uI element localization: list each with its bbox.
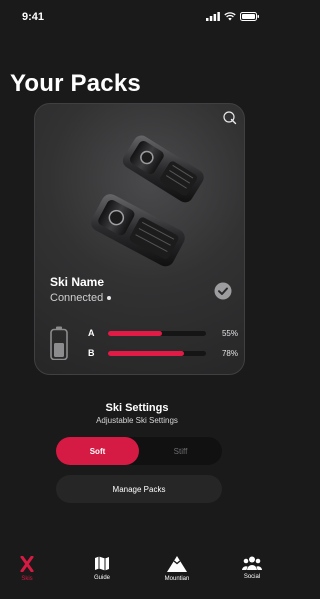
people-icon	[242, 556, 262, 570]
mountain-icon	[167, 556, 187, 572]
signal-icon	[206, 12, 220, 21]
settings-title: Ski Settings	[105, 402, 169, 414]
status-bar: 9:41	[0, 0, 274, 30]
wifi-icon	[224, 12, 236, 21]
battery-level-b: B 78%	[88, 346, 238, 360]
battery-icon	[50, 326, 68, 360]
page-title: Your Packs	[10, 70, 141, 97]
battery-level-b-value: 78%	[221, 348, 238, 358]
battery-level-a: A 55%	[88, 326, 238, 340]
connection-status: Connected	[50, 292, 112, 304]
info-icon[interactable]	[223, 111, 237, 125]
tab-guide[interactable]: Guide	[82, 548, 122, 588]
manage-packs-button[interactable]: Manage Packs	[56, 475, 222, 503]
battery-level-a-track	[108, 330, 206, 336]
tab-social-label: Social	[243, 574, 261, 580]
battery-level-b-label: B	[88, 348, 95, 358]
pack-card[interactable]: Ski Name Connected A 55% B 78%	[34, 103, 245, 375]
tab-skis-label: Skis	[21, 576, 33, 582]
map-icon	[95, 556, 109, 571]
connection-status-label: Connected	[50, 292, 104, 304]
tab-skis[interactable]: Skis	[7, 548, 47, 588]
battery-level-a-fill	[108, 330, 162, 336]
battery-level-b-track	[108, 350, 206, 356]
soft-option-button[interactable]: Soft	[56, 437, 139, 465]
battery-level-b-fill	[108, 350, 185, 356]
battery-status-icon	[240, 12, 259, 21]
tab-mountain[interactable]: Mountian	[157, 548, 197, 588]
tab-mountain-label: Mountian	[164, 576, 190, 582]
settings-subtitle: Adjustable Ski Settings	[96, 416, 178, 425]
battery-level-a-value: 55%	[221, 328, 238, 338]
stiffness-toggle[interactable]: Soft Stiff	[56, 437, 222, 465]
x-icon	[20, 556, 34, 572]
tab-bar: Skis Guide Mountian Social	[0, 548, 274, 599]
tab-guide-label: Guide	[93, 575, 110, 581]
status-time: 9:41	[22, 11, 45, 23]
check-icon[interactable]	[214, 282, 232, 300]
connection-dot-icon	[107, 296, 112, 300]
battery-level-a-label: A	[88, 328, 95, 338]
tab-social[interactable]: Social	[232, 548, 272, 588]
stiff-option-button[interactable]: Stiff	[139, 437, 222, 465]
ski-name: Ski Name	[50, 275, 105, 289]
ski-binding-image	[91, 135, 204, 267]
status-icons	[206, 12, 260, 21]
